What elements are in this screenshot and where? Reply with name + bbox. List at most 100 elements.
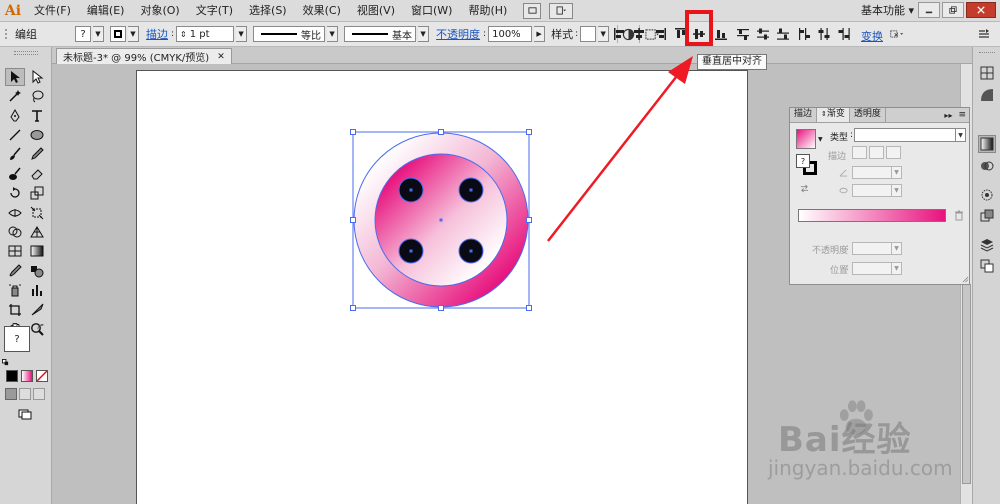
bridge-button[interactable] bbox=[523, 2, 542, 19]
pen-tool[interactable] bbox=[5, 107, 25, 125]
blend-tool[interactable] bbox=[27, 262, 47, 280]
direct-selection-tool[interactable] bbox=[27, 68, 47, 86]
stroke-weight-dropdown[interactable]: ▼ bbox=[236, 26, 248, 42]
distribute-left-button[interactable] bbox=[796, 25, 812, 43]
gradient-swatch[interactable] bbox=[796, 129, 816, 149]
dock-color-guide-button[interactable] bbox=[978, 86, 996, 104]
shape-builder-tool[interactable] bbox=[5, 223, 25, 241]
distribute-horizontal-center-button[interactable] bbox=[816, 25, 832, 43]
selection-tool[interactable] bbox=[5, 68, 25, 86]
align-left-button[interactable] bbox=[612, 25, 628, 43]
distribute-top-button[interactable] bbox=[735, 25, 751, 43]
restore-button[interactable] bbox=[942, 2, 964, 18]
profile-dropdown[interactable]: ▼ bbox=[327, 26, 339, 42]
stroke-weight-input[interactable]: ⇕ 1 pt bbox=[176, 26, 235, 42]
stop-position-input[interactable]: ▼ bbox=[852, 262, 902, 275]
brush-dropdown[interactable]: ▼ bbox=[418, 26, 430, 42]
isolate-group-button[interactable] bbox=[886, 25, 908, 43]
blob-brush-tool[interactable] bbox=[5, 165, 25, 183]
dock-artboards-button[interactable] bbox=[978, 257, 996, 275]
fill-swatch[interactable]: ? bbox=[75, 26, 91, 42]
menu-window[interactable]: 窗口(W) bbox=[403, 0, 460, 22]
stroke-link[interactable]: 描边 bbox=[143, 26, 171, 42]
stop-opacity-input[interactable]: ▼ bbox=[852, 242, 902, 255]
line-segment-tool[interactable] bbox=[5, 126, 25, 144]
arrange-documents-button[interactable] bbox=[549, 2, 574, 19]
handle-top-left[interactable] bbox=[350, 129, 356, 135]
control-panel-menu-button[interactable] bbox=[976, 25, 992, 43]
panel-resize-grip-icon[interactable] bbox=[962, 276, 969, 283]
gradient-tool[interactable] bbox=[27, 242, 47, 260]
dock-transparency-button[interactable] bbox=[978, 157, 996, 175]
draw-inside-button[interactable] bbox=[33, 388, 45, 400]
angle-input[interactable]: ▼ bbox=[852, 166, 902, 179]
magic-wand-tool[interactable] bbox=[5, 87, 25, 105]
panel-collapse-icon[interactable]: ▸▸ bbox=[941, 109, 955, 122]
free-transform-tool[interactable] bbox=[27, 204, 47, 222]
gradient-slider[interactable] bbox=[798, 209, 946, 222]
reverse-gradient-icon[interactable] bbox=[800, 184, 809, 193]
artboard-tool[interactable] bbox=[5, 301, 25, 319]
distribute-right-button[interactable] bbox=[836, 25, 852, 43]
dock-grip[interactable] bbox=[979, 52, 995, 55]
align-bottom-button[interactable] bbox=[713, 25, 729, 43]
menu-type[interactable]: 文字(T) bbox=[188, 0, 241, 22]
align-horizontal-center-button[interactable] bbox=[631, 25, 647, 43]
panel-fill-swatch[interactable]: ? bbox=[796, 154, 810, 168]
tab-gradient[interactable]: ⇕渐变 bbox=[817, 108, 850, 122]
stroke-gradient-along-button[interactable] bbox=[869, 146, 884, 159]
swap-fill-stroke-icon[interactable] bbox=[37, 324, 44, 331]
fill-dropdown[interactable]: ▼ bbox=[93, 26, 104, 42]
aspect-ratio-input[interactable]: ▼ bbox=[852, 184, 902, 197]
menu-edit[interactable]: 编辑(E) bbox=[79, 0, 133, 22]
menu-file[interactable]: 文件(F) bbox=[26, 0, 79, 22]
transform-link[interactable]: 变换 bbox=[858, 28, 886, 44]
column-graph-tool[interactable] bbox=[27, 281, 47, 299]
minimize-button[interactable] bbox=[918, 2, 940, 18]
handle-bottom-right[interactable] bbox=[526, 305, 532, 311]
toolbox-grip[interactable] bbox=[14, 51, 38, 55]
paintbrush-tool[interactable] bbox=[5, 145, 25, 163]
distribute-bottom-button[interactable] bbox=[775, 25, 791, 43]
eyedropper-tool[interactable] bbox=[5, 262, 25, 280]
tab-transparency[interactable]: 透明度 bbox=[850, 108, 886, 122]
symbol-sprayer-tool[interactable] bbox=[5, 281, 25, 299]
ellipse-tool[interactable] bbox=[27, 126, 47, 144]
stroke-dropdown[interactable]: ▼ bbox=[128, 26, 139, 42]
handle-bottom-center[interactable] bbox=[438, 305, 444, 311]
eraser-tool[interactable] bbox=[27, 165, 47, 183]
stroke-gradient-within-button[interactable] bbox=[852, 146, 867, 159]
style-dropdown[interactable]: ▼ bbox=[598, 26, 610, 42]
artboard[interactable] bbox=[136, 70, 748, 504]
menu-view[interactable]: 视图(V) bbox=[349, 0, 403, 22]
default-fill-stroke-icon[interactable] bbox=[2, 359, 9, 366]
close-button[interactable] bbox=[966, 2, 996, 18]
dock-appearance-button[interactable] bbox=[978, 186, 996, 204]
none-mode-button[interactable] bbox=[36, 370, 48, 382]
button-artwork[interactable] bbox=[137, 71, 749, 504]
panel-menu-icon[interactable]: ≡ bbox=[955, 109, 969, 122]
delete-stop-icon[interactable] bbox=[954, 210, 964, 221]
type-tool[interactable] bbox=[27, 107, 47, 125]
dock-layers-button[interactable] bbox=[978, 236, 996, 254]
opacity-link[interactable]: 不透明度 bbox=[433, 26, 483, 42]
stroke-gradient-across-button[interactable] bbox=[886, 146, 901, 159]
align-right-button[interactable] bbox=[652, 25, 668, 43]
draw-normal-button[interactable] bbox=[5, 388, 17, 400]
close-tab-icon[interactable]: ✕ bbox=[217, 52, 225, 62]
opacity-dropdown[interactable]: ▶ bbox=[534, 26, 546, 42]
slice-tool[interactable] bbox=[27, 301, 47, 319]
handle-top-center[interactable] bbox=[438, 129, 444, 135]
handle-top-right[interactable] bbox=[526, 129, 532, 135]
fill-swatch-large[interactable]: ? bbox=[4, 326, 30, 352]
draw-behind-button[interactable] bbox=[19, 388, 31, 400]
lasso-tool[interactable] bbox=[27, 87, 47, 105]
opacity-input[interactable]: 100% bbox=[488, 26, 533, 42]
document-tab[interactable]: 未标题-3* @ 99% (CMYK/预览) ✕ bbox=[56, 48, 232, 64]
pencil-tool[interactable] bbox=[27, 145, 47, 163]
style-swatch[interactable] bbox=[580, 26, 597, 42]
scale-tool[interactable] bbox=[27, 184, 47, 202]
handle-bottom-left[interactable] bbox=[350, 305, 356, 311]
tab-stroke[interactable]: 描边 bbox=[790, 108, 818, 122]
stroke-swatch[interactable] bbox=[110, 26, 126, 42]
